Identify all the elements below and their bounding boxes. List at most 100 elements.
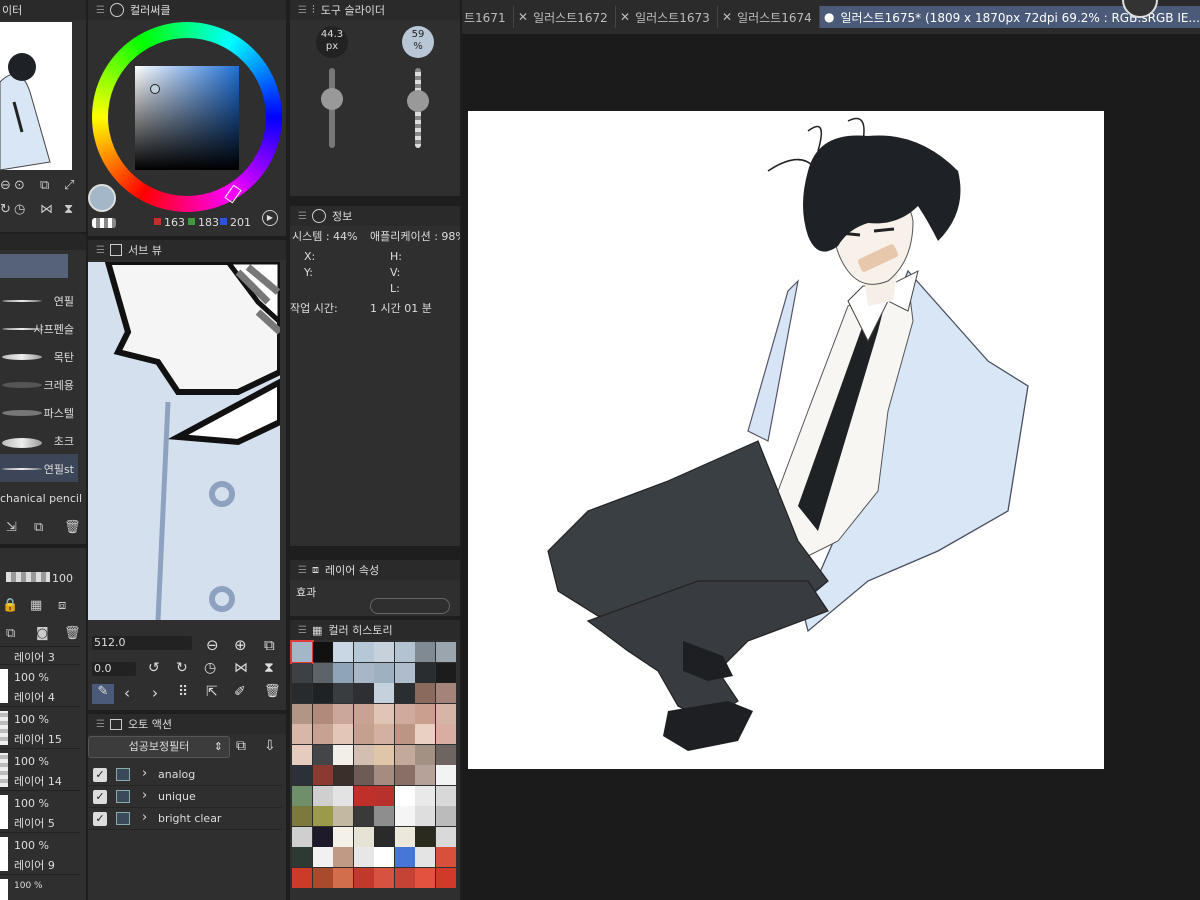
color-history-swatch[interactable]: [374, 683, 394, 703]
color-history-swatch[interactable]: [394, 806, 415, 826]
effect-buttons[interactable]: [370, 598, 450, 614]
color-history-swatch[interactable]: [394, 785, 415, 806]
color-history-swatch[interactable]: [374, 847, 394, 867]
mask-icon[interactable]: ⧈: [58, 598, 66, 613]
saturation-value-square[interactable]: [135, 66, 239, 170]
actual-size-icon[interactable]: ⧉: [40, 178, 49, 193]
color-history-swatch[interactable]: [435, 744, 456, 765]
color-history-swatch[interactable]: [312, 826, 333, 847]
color-history-swatch[interactable]: [415, 785, 435, 806]
color-history-swatch[interactable]: [374, 642, 394, 662]
color-history-swatch[interactable]: [374, 785, 394, 806]
trash-icon[interactable]: 🗑: [64, 626, 81, 641]
color-history-swatch[interactable]: [312, 642, 333, 662]
color-history-swatch[interactable]: [374, 724, 394, 744]
color-history-swatch[interactable]: [435, 847, 456, 867]
layer-row[interactable]: 100 % 레이어 5: [0, 790, 80, 832]
action-item-unique[interactable]: ✓ › unique: [88, 786, 282, 808]
color-history-swatch[interactable]: [435, 703, 456, 724]
trash-icon[interactable]: 🗑: [64, 520, 81, 535]
import-image-icon[interactable]: ⇱: [206, 684, 218, 700]
opacity-slider-handle[interactable]: [407, 90, 429, 112]
color-history-swatch[interactable]: [333, 662, 353, 683]
brush-group-selected[interactable]: [0, 254, 68, 278]
color-history-swatch[interactable]: [353, 642, 374, 662]
color-history-swatch[interactable]: [312, 662, 333, 683]
reset-rotation-icon[interactable]: ◷: [204, 660, 216, 676]
color-history-swatch[interactable]: [374, 765, 394, 785]
brush-item-chalk[interactable]: 초크: [0, 426, 78, 454]
color-history-swatch[interactable]: [374, 826, 394, 847]
navigator-thumbnail[interactable]: [0, 22, 72, 170]
rotate-right-icon[interactable]: ↻: [176, 660, 188, 676]
color-history-swatch[interactable]: [292, 867, 312, 888]
action-item-bright-clear[interactable]: ✓ › bright clear: [88, 808, 282, 830]
color-history-swatch[interactable]: [333, 806, 353, 826]
color-history-swatch[interactable]: [394, 703, 415, 724]
flip-horizontal-icon[interactable]: ⋈: [234, 660, 248, 676]
color-history-swatch[interactable]: [415, 847, 435, 867]
color-history-swatch[interactable]: [415, 744, 435, 765]
lock-transparent-icon[interactable]: ▦: [30, 598, 42, 613]
tab-1671[interactable]: 트1671: [462, 6, 514, 28]
rotate-icon[interactable]: ↻: [0, 202, 11, 217]
fit-icon[interactable]: ⊙: [14, 178, 25, 193]
layer-row[interactable]: 100 % 레이어 4: [0, 664, 80, 706]
color-history-swatch[interactable]: [394, 765, 415, 785]
new-set-icon[interactable]: ⧉: [236, 738, 246, 754]
color-history-swatch[interactable]: [374, 703, 394, 724]
brush-item-pencil-st[interactable]: 연필st: [0, 454, 78, 482]
color-history-swatch[interactable]: [435, 785, 456, 806]
color-history-swatch[interactable]: [374, 662, 394, 683]
color-history-swatch[interactable]: [292, 703, 312, 724]
color-history-swatch[interactable]: [292, 847, 312, 867]
grid-view-icon[interactable]: ⠿: [178, 684, 188, 700]
color-history-swatch[interactable]: [394, 642, 415, 662]
brush-item-pastel[interactable]: 파스텔: [0, 398, 78, 426]
color-history-swatch[interactable]: [394, 867, 415, 888]
action-item-analog[interactable]: ✓ › analog: [88, 764, 282, 786]
color-history-swatch[interactable]: [353, 847, 374, 867]
color-history-swatch[interactable]: [415, 683, 435, 703]
color-history-swatch[interactable]: [415, 867, 435, 888]
color-history-swatch[interactable]: [374, 806, 394, 826]
color-history-swatch[interactable]: [394, 847, 415, 867]
navigator-icon[interactable]: ⧉: [264, 636, 275, 654]
color-history-swatch[interactable]: [353, 806, 374, 826]
color-history-swatch[interactable]: [292, 826, 312, 847]
color-history-swatch[interactable]: [374, 744, 394, 765]
angle-field[interactable]: 0.0: [92, 662, 136, 676]
chevron-right-icon[interactable]: ›: [142, 810, 147, 825]
previous-icon[interactable]: ‹: [124, 684, 130, 702]
color-history-swatch[interactable]: [292, 724, 312, 744]
color-history-swatch[interactable]: [435, 662, 456, 683]
color-history-swatch[interactable]: [435, 826, 456, 847]
rotate-left-icon[interactable]: ↺: [148, 660, 160, 676]
chevron-right-icon[interactable]: ›: [142, 788, 147, 803]
color-history-swatch[interactable]: [333, 642, 353, 662]
color-history-swatch[interactable]: [333, 765, 353, 785]
color-history-swatch[interactable]: [415, 642, 435, 662]
color-history-swatch[interactable]: [435, 642, 456, 662]
duplicate-icon[interactable]: ⧉: [34, 520, 43, 535]
copy-layer-icon[interactable]: ⧉: [6, 626, 15, 641]
color-history-swatch[interactable]: [435, 724, 456, 744]
color-history-swatch[interactable]: [312, 683, 333, 703]
color-history-swatch[interactable]: [312, 847, 333, 867]
color-history-swatch[interactable]: [333, 703, 353, 724]
color-history-swatch[interactable]: [415, 662, 435, 683]
color-history-swatch[interactable]: [333, 847, 353, 867]
color-history-swatch[interactable]: [353, 703, 374, 724]
tab-1672[interactable]: ✕ 일러스트1672: [514, 6, 616, 28]
edit-icon[interactable]: ✐: [234, 684, 246, 700]
import-icon[interactable]: ⇲: [6, 520, 17, 535]
next-icon[interactable]: ›: [152, 684, 158, 702]
color-history-swatch[interactable]: [435, 683, 456, 703]
color-history-swatch[interactable]: [374, 867, 394, 888]
tab-1673[interactable]: ✕ 일러스트1673: [616, 6, 718, 28]
color-history-swatch[interactable]: [353, 662, 374, 683]
import-set-icon[interactable]: ⇩: [264, 738, 276, 754]
color-history-swatch[interactable]: [353, 683, 374, 703]
color-history-swatch[interactable]: [415, 826, 435, 847]
color-history-swatch[interactable]: [292, 806, 312, 826]
